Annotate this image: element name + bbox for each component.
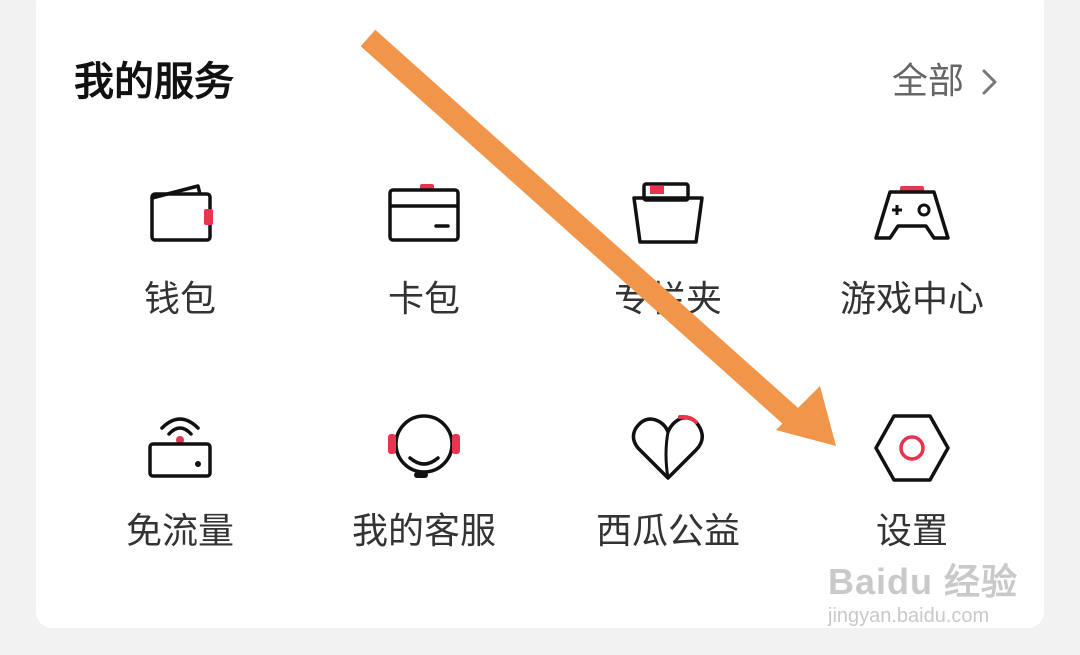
settings-hexagon-icon (874, 414, 950, 482)
service-game-center[interactable]: 游戏中心 (802, 176, 1022, 324)
watermark-url: jingyan.baidu.com (828, 605, 990, 627)
service-label: 专栏夹 (613, 279, 722, 320)
view-all-button[interactable]: 全部 (892, 54, 1000, 110)
heart-icon (631, 414, 704, 480)
service-label: 设置 (875, 511, 948, 552)
card-holder-icon (388, 184, 460, 242)
service-card-holder[interactable]: 卡包 (314, 176, 534, 324)
wallet-icon (150, 184, 213, 242)
free-data-router-icon (148, 417, 212, 478)
service-label: 钱包 (143, 279, 216, 320)
section-title: 我的服务 (74, 59, 234, 105)
service-wallet[interactable]: 钱包 (70, 176, 290, 324)
service-free-data[interactable]: 免流量 (70, 408, 290, 556)
service-label: 我的客服 (351, 511, 496, 552)
gamepad-icon (874, 186, 950, 240)
service-xigua-charity[interactable]: 西瓜公益 (558, 408, 778, 556)
chevron-right-icon (982, 69, 997, 95)
column-folder-icon (632, 182, 704, 244)
watermark-brand: Baidu 经验 (828, 561, 1019, 602)
headset-icon (388, 414, 460, 478)
view-all-label: 全部 (891, 61, 964, 102)
service-label: 卡包 (387, 279, 460, 320)
service-label: 免流量 (125, 511, 234, 552)
baidu-jingyan-watermark: Baidu 经验 jingyan.baidu.com (828, 560, 1018, 628)
service-customer-service[interactable]: 我的客服 (314, 408, 534, 556)
service-settings[interactable]: 设置 (802, 408, 1022, 556)
service-label: 游戏中心 (839, 279, 984, 320)
service-label: 西瓜公益 (595, 511, 740, 552)
service-column-folder[interactable]: 专栏夹 (558, 176, 778, 324)
